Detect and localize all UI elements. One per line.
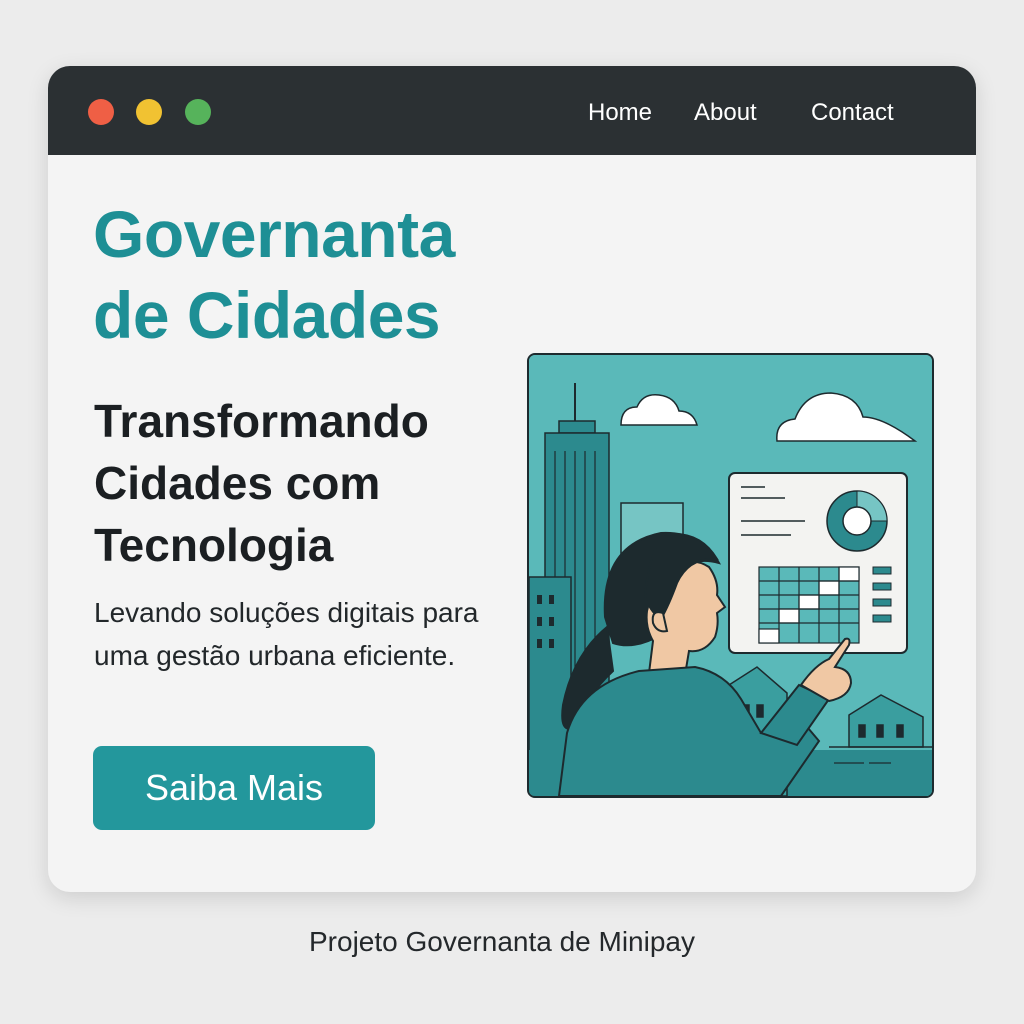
hero-subtext: Levando soluções digitais para uma gestã… [94,597,479,671]
brand-title: Governanta de Cidades [93,197,455,352]
nav-link-contact[interactable]: Contact [811,96,894,130]
browser-window: Home About Contact Governanta de Cidades… [48,66,976,892]
close-window-button[interactable] [88,99,114,125]
saiba-mais-button[interactable]: Saiba Mais [93,746,375,830]
footer-caption: Projeto Governanta de Minipay [309,926,695,957]
donut-chart-icon [826,490,888,552]
minimize-window-button[interactable] [136,99,162,125]
nav-link-home[interactable]: Home [588,96,652,130]
nav-link-about[interactable]: About [694,96,757,130]
grid-table-icon [758,566,860,644]
hero-illustration [527,353,934,798]
dashboard-panel [728,472,908,654]
hero-headline: Transformando Cidades com Tecnologia [94,395,429,571]
maximize-window-button[interactable] [185,99,211,125]
title-bar: Home About Contact [48,66,976,155]
